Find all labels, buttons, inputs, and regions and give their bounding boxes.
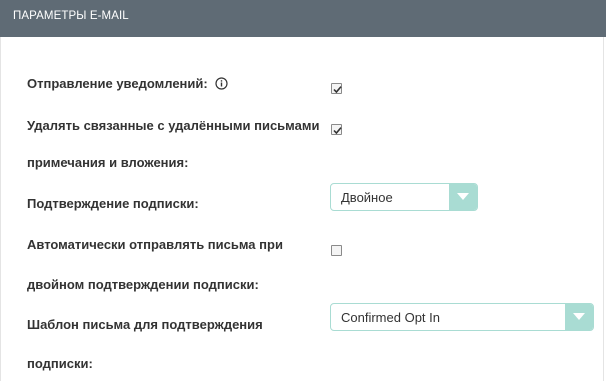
info-icon[interactable]	[215, 77, 228, 93]
checkmark-icon	[333, 127, 342, 135]
send-notifications-label-text: Отправление уведомлений:	[27, 76, 208, 91]
subscription-confirm-value: Двойное	[341, 190, 393, 205]
subscription-confirm-select[interactable]: Двойное	[330, 183, 478, 211]
panel-title: ПАРАМЕТРЫ E-MAIL	[13, 10, 129, 22]
delete-related-label-line1: Удалять связанные с удалёнными письмами	[27, 118, 320, 133]
chevron-down-icon	[573, 313, 585, 320]
auto-send-label-line2: двойном подтверждении подписки:	[27, 277, 259, 292]
send-notifications-label: Отправление уведомлений:	[27, 76, 228, 93]
confirm-template-dropdown-button[interactable]	[565, 304, 593, 330]
subscription-confirm-label: Подтверждение подписки:	[27, 196, 199, 211]
delete-related-checkbox[interactable]	[331, 124, 342, 135]
chevron-down-icon	[457, 193, 469, 200]
send-notifications-checkbox[interactable]	[331, 83, 342, 94]
confirm-template-label-line2: подписки:	[27, 356, 93, 371]
panel-header: ПАРАМЕТРЫ E-MAIL	[0, 0, 606, 37]
confirm-template-value: Confirmed Opt In	[341, 310, 440, 325]
subscription-confirm-dropdown-button[interactable]	[449, 184, 477, 210]
confirm-template-select[interactable]: Confirmed Opt In	[330, 303, 594, 331]
auto-send-label-line1: Автоматически отправлять письма при	[27, 237, 283, 252]
delete-related-label-line2: примечания и вложения:	[27, 155, 189, 170]
confirm-template-label-line1: Шаблон письма для подтверждения	[27, 317, 263, 332]
checkmark-icon	[333, 86, 342, 94]
auto-send-checkbox[interactable]	[331, 245, 342, 256]
